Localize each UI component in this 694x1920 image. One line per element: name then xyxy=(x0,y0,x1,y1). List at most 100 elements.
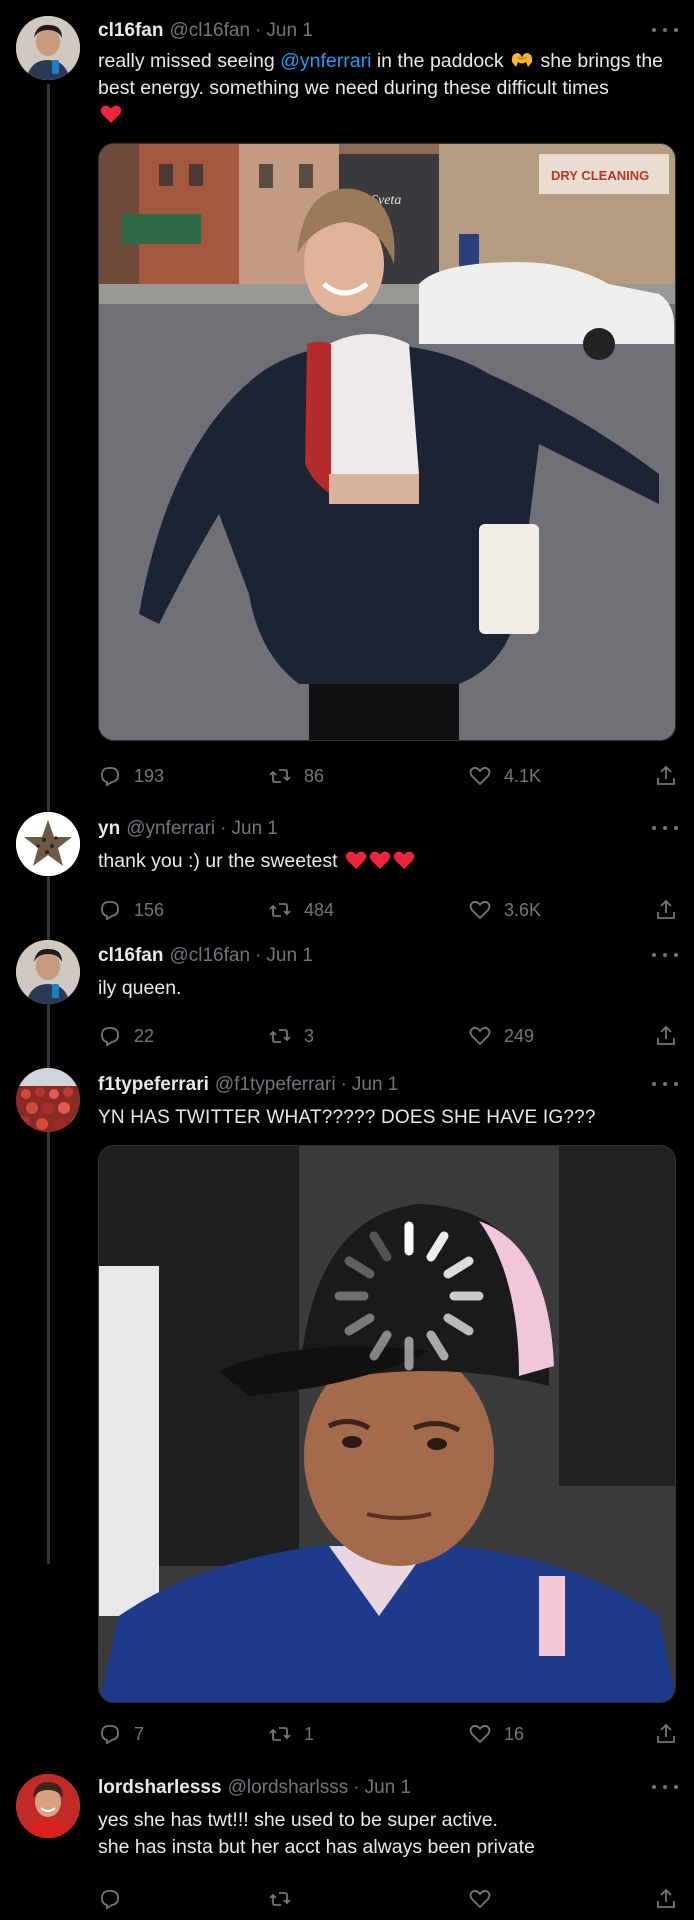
tweet-photo[interactable] xyxy=(98,1145,676,1703)
display-name[interactable]: cl16fan xyxy=(98,20,163,42)
tweet-text-part: really missed seeing xyxy=(98,50,281,72)
tweet-photo[interactable]: DRY CLEANING Sveta xyxy=(98,143,676,741)
like-button[interactable] xyxy=(468,1887,504,1911)
retweet-button[interactable]: 1 xyxy=(268,1722,314,1746)
tweet-text-part: in the paddock xyxy=(371,50,510,72)
retweet-icon xyxy=(269,1727,291,1741)
avatar[interactable] xyxy=(16,812,80,876)
tweet-2[interactable]: yn @ynferrari · Jun 1 thank you :) ur th… xyxy=(0,810,694,936)
avatar[interactable] xyxy=(16,940,80,1004)
like-button[interactable]: 16 xyxy=(468,1722,524,1746)
separator-dot: · xyxy=(255,945,262,966)
red-heart-emoji-icon xyxy=(393,851,415,869)
tweet-header: f1typeferrari @f1typeferrari · Jun 1 xyxy=(98,1072,678,1098)
red-heart-emoji-icon xyxy=(100,105,122,123)
like-count: 249 xyxy=(504,1025,535,1046)
tweet-3[interactable]: cl16fan @cl16fan · Jun 1 ily queen. 22 3… xyxy=(0,936,694,1064)
separator-dot: · xyxy=(255,20,262,41)
separator-dot: · xyxy=(220,818,227,839)
like-button[interactable]: 4.1K xyxy=(468,764,541,788)
reply-button[interactable]: 193 xyxy=(98,764,164,788)
reply-icon xyxy=(101,901,119,921)
reply-button[interactable]: 22 xyxy=(98,1024,154,1048)
retweet-count: 484 xyxy=(304,899,335,920)
share-button[interactable] xyxy=(654,1887,678,1911)
star-avatar-image xyxy=(16,812,80,876)
avatar-image xyxy=(16,1774,80,1838)
heart-icon xyxy=(469,766,491,786)
avatar-image xyxy=(16,16,80,80)
heart-icon xyxy=(469,1724,491,1744)
share-button[interactable] xyxy=(654,1024,678,1048)
reply-count: 7 xyxy=(134,1723,145,1744)
reply-count: 193 xyxy=(134,765,165,786)
user-handle[interactable]: @f1typeferrari xyxy=(215,1074,336,1096)
tweet-text-line: yes she has twt!!! she used to be super … xyxy=(98,1809,498,1831)
reply-icon xyxy=(101,1890,119,1910)
like-button[interactable]: 249 xyxy=(468,1024,534,1048)
user-handle[interactable]: @cl16fan xyxy=(169,945,250,967)
display-name[interactable]: cl16fan xyxy=(98,945,163,967)
tweet-4[interactable]: f1typeferrari @f1typeferrari · Jun 1 YN … xyxy=(0,1064,694,1774)
red-heart-emoji-icon xyxy=(345,851,367,869)
retweet-button[interactable]: 484 xyxy=(268,898,334,922)
user-handle[interactable]: @ynferrari xyxy=(126,818,215,840)
display-name[interactable]: lordsharlesss xyxy=(98,1777,222,1799)
tweet-text-line: she has insta but her acct has always be… xyxy=(98,1836,535,1858)
tweet-text-part: thank you :) ur the sweetest xyxy=(98,850,338,872)
timestamp[interactable]: Jun 1 xyxy=(266,20,312,42)
driver-meme-image xyxy=(99,1146,675,1702)
tweet-header: cl16fan @cl16fan · Jun 1 xyxy=(98,943,678,969)
more-options-icon[interactable] xyxy=(652,818,678,838)
retweet-button[interactable]: 3 xyxy=(268,1024,314,1048)
crowd-avatar-image xyxy=(16,1068,80,1132)
retweet-icon xyxy=(269,769,291,783)
tweet-header: cl16fan @cl16fan · Jun 1 xyxy=(98,18,678,44)
share-button[interactable] xyxy=(654,764,678,788)
reply-icon xyxy=(101,1027,119,1047)
reply-button[interactable]: 156 xyxy=(98,898,164,922)
share-button[interactable] xyxy=(654,1722,678,1746)
user-handle[interactable]: @cl16fan xyxy=(169,20,250,42)
share-icon xyxy=(657,765,675,785)
separator-dot: · xyxy=(340,1074,347,1095)
like-button[interactable]: 3.6K xyxy=(468,898,541,922)
retweet-icon xyxy=(269,1029,291,1043)
share-button[interactable] xyxy=(654,898,678,922)
avatar-image xyxy=(16,940,80,1004)
tweet-text: YN HAS TWITTER WHAT????? DOES SHE HAVE I… xyxy=(98,1107,596,1128)
timestamp[interactable]: Jun 1 xyxy=(232,818,278,840)
avatar[interactable] xyxy=(16,16,80,80)
avatar[interactable] xyxy=(16,1068,80,1132)
mention-link[interactable]: @ynferrari xyxy=(280,50,371,72)
display-name[interactable]: yn xyxy=(98,818,120,840)
reply-button[interactable] xyxy=(98,1887,134,1911)
more-options-icon[interactable] xyxy=(652,945,678,965)
retweet-button[interactable] xyxy=(268,1887,304,1911)
reply-button[interactable]: 7 xyxy=(98,1722,144,1746)
reply-icon xyxy=(101,767,119,787)
timestamp[interactable]: Jun 1 xyxy=(266,945,312,967)
more-options-icon[interactable] xyxy=(652,20,678,40)
user-handle[interactable]: @lordsharlsss xyxy=(228,1777,349,1799)
retweet-icon xyxy=(269,1892,291,1906)
timestamp[interactable]: Jun 1 xyxy=(352,1074,398,1096)
retweet-icon xyxy=(269,903,291,917)
avatar[interactable] xyxy=(16,1774,80,1838)
more-options-icon[interactable] xyxy=(652,1074,678,1094)
retweet-count: 3 xyxy=(304,1025,315,1046)
timestamp[interactable]: Jun 1 xyxy=(365,1777,411,1799)
reply-count: 22 xyxy=(134,1025,155,1046)
share-icon xyxy=(657,1723,675,1743)
shop-sign-text: DRY CLEANING xyxy=(551,168,649,183)
tweet-header: lordsharlesss @lordsharlsss · Jun 1 xyxy=(98,1775,678,1801)
retweet-button[interactable]: 86 xyxy=(268,764,324,788)
tweet-5[interactable]: lordsharlesss @lordsharlsss · Jun 1 yes … xyxy=(0,1774,694,1920)
more-options-icon[interactable] xyxy=(652,1777,678,1797)
tweet-text: yes she has twt!!! she used to be super … xyxy=(98,1807,678,1861)
display-name[interactable]: f1typeferrari xyxy=(98,1074,209,1096)
like-count: 3.6K xyxy=(504,899,542,920)
like-count: 4.1K xyxy=(504,765,542,786)
tweet-1[interactable]: cl16fan @cl16fan · Jun 1 really missed s… xyxy=(0,0,694,810)
tweet-actions: 7 1 16 xyxy=(98,1722,678,1752)
